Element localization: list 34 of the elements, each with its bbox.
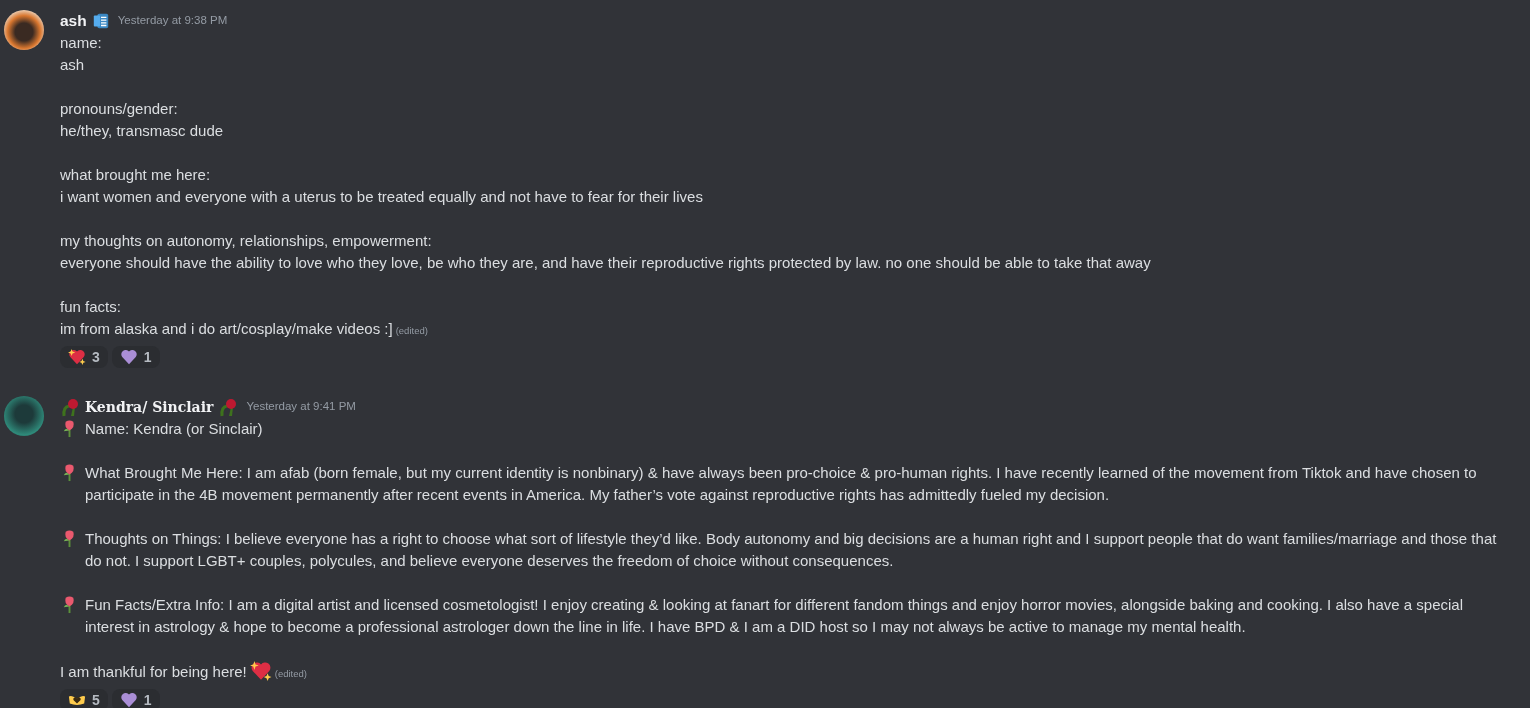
timestamp: Yesterday at 9:38 PM [117, 13, 228, 29]
reaction-button[interactable]: 5 [60, 689, 108, 708]
message-text: Fun Facts/Extra Info: I am a digital artist and licensed cosmetologist! I enjoy creating & looking at fanart for different fandom things and enjoy horror movies, alongside baking and cooking. I also have a special interest in astrology & hope to become a professional astrologer down the line in life. I have BPD & I am a DID host so I may not always be active to manage my mental health. [85, 595, 1464, 637]
message-text: What Brought Me Here: I am afab (born female, but my current identity is nonbinary) & have always been pro-choice & pro-human rights. I have recently learned of the movement from Tiktok and have chosen to participate in the 4B movement permanently after recent events in America. My father’s vote against reproductive rights has admittedly fueled my decision. [85, 463, 1478, 505]
username[interactable]: ash [60, 9, 87, 33]
rose-icon [218, 397, 239, 417]
message-text: i want women and everyone with a uterus to be treated equally and not have to fear for their lives [60, 188, 703, 205]
message-text: my thoughts on autonomy, relationships, empowerment: [60, 232, 432, 249]
message-text: he/they, transmasc dude [60, 122, 224, 139]
message-text: im from alaska and i do art/cosplay/make videos :] [60, 320, 393, 337]
heart-icon [119, 348, 138, 366]
reaction-button[interactable]: 1 [111, 346, 160, 368]
message-text: name: [60, 34, 102, 51]
heart-icon [119, 691, 138, 708]
message-text: Name: Kendra (or Sinclair) [85, 419, 263, 439]
message-text: everyone should have the ability to love who they love, be who they are, and have their reproductive rights protected by law. no one should be able to take that away [60, 254, 1151, 271]
reaction-button[interactable]: 1 [111, 689, 160, 708]
rose-icon [60, 397, 80, 417]
message-text: what brought me here: [60, 166, 211, 183]
message-text: pronouns/gender: [60, 100, 178, 117]
file-badge-icon [91, 12, 110, 30]
edited-label: (edited) [274, 668, 307, 679]
timestamp: Yesterday at 9:41 PM [246, 399, 356, 415]
message-text: I am thankful for being here! [60, 663, 247, 680]
edited-label: (edited) [395, 325, 428, 336]
reaction-button[interactable]: 3 [60, 346, 108, 368]
sparkling-heart-icon [249, 660, 272, 682]
username[interactable]: Kendra/ Sinclair [85, 396, 214, 418]
sparkling-heart-icon [68, 348, 86, 366]
avatar-circle [4, 396, 44, 436]
avatar-circle [4, 10, 44, 50]
message-text: Thoughts on Things: I believe everyone has a right to choose what sort of lifestyle they’d like. Body autonomy and big decisions are a human right and I support people that do want families/marriage and those that do not. I support LGBT+ couples, polycules, and believe everyone deserves the freedom of choice without consequences. [85, 529, 1498, 571]
message-text: ash [60, 56, 85, 73]
message-text: fun facts: [60, 298, 121, 315]
